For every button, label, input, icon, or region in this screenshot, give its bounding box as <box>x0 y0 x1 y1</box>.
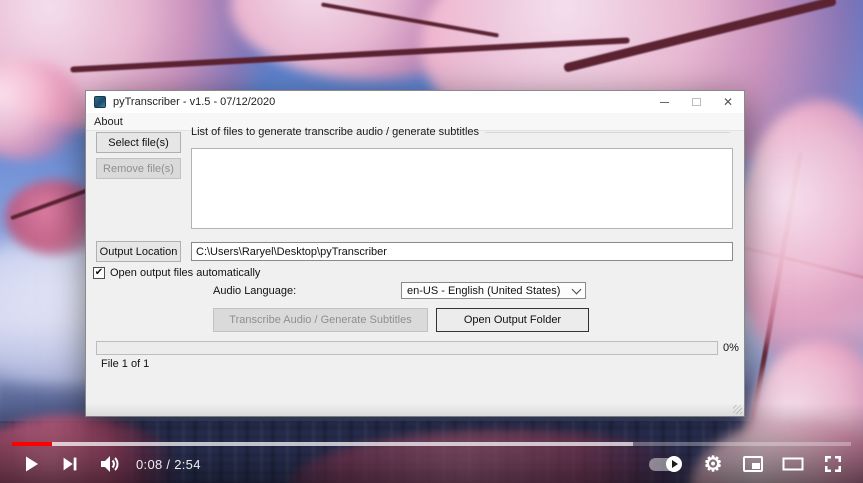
play-icon <box>18 452 42 476</box>
menu-about[interactable]: About <box>86 116 131 128</box>
audio-language-value: en-US - English (United States) <box>407 285 573 297</box>
autoplay-toggle-knob <box>666 456 682 472</box>
resize-grip[interactable] <box>733 405 742 414</box>
miniplayer-icon <box>741 452 765 476</box>
miniplayer-button[interactable] <box>733 445 773 483</box>
window-title: pyTranscriber - v1.5 - 07/12/2020 <box>113 96 275 108</box>
app-icon <box>94 96 106 108</box>
autoplay-toggle[interactable] <box>643 445 693 483</box>
next-icon <box>59 453 81 475</box>
checkmark-icon: ✔ <box>95 268 103 278</box>
remove-files-button: Remove file(s) <box>96 158 181 179</box>
autoplay-play-icon <box>672 460 678 468</box>
file-list-label-row: List of files to generate transcribe aud… <box>191 126 730 138</box>
video-player: pyTranscriber - v1.5 - 07/12/2020 ✕ Abou… <box>0 0 863 483</box>
theater-mode-button[interactable] <box>773 445 813 483</box>
next-button[interactable] <box>50 445 90 483</box>
file-list-box[interactable] <box>191 148 733 229</box>
group-rule <box>485 132 730 133</box>
output-location-button[interactable]: Output Location <box>96 241 181 262</box>
file-counter-label: File 1 of 1 <box>101 358 149 370</box>
progress-percent-label: 0% <box>723 342 739 354</box>
transcribe-button: Transcribe Audio / Generate Subtitles <box>213 308 428 332</box>
open-output-checkbox-label: Open output files automatically <box>110 267 260 279</box>
audio-language-label: Audio Language: <box>213 285 296 297</box>
open-output-checkbox-row[interactable]: ✔ Open output files automatically <box>93 267 260 279</box>
open-output-checkbox[interactable]: ✔ <box>93 267 105 279</box>
volume-icon <box>98 452 122 476</box>
play-button[interactable] <box>10 445 50 483</box>
settings-button[interactable]: ⚙ <box>693 445 733 483</box>
pytranscriber-window: pyTranscriber - v1.5 - 07/12/2020 ✕ Abou… <box>85 90 745 417</box>
volume-button[interactable] <box>90 445 130 483</box>
theater-mode-icon <box>781 452 805 476</box>
open-output-folder-button[interactable]: Open Output Folder <box>436 308 589 332</box>
time-display: 0:08 / 2:54 <box>136 457 201 472</box>
fullscreen-button[interactable] <box>813 445 853 483</box>
select-files-button[interactable]: Select file(s) <box>96 132 181 153</box>
file-list-label: List of files to generate transcribe aud… <box>191 126 479 138</box>
close-icon: ✕ <box>723 96 733 108</box>
maximize-icon <box>692 98 701 106</box>
maximize-button[interactable] <box>680 91 712 113</box>
audio-language-dropdown[interactable]: en-US - English (United States) <box>401 282 586 299</box>
gear-icon: ⚙ <box>704 454 723 475</box>
minimize-icon <box>660 102 669 103</box>
output-path-field[interactable] <box>191 242 733 261</box>
autoplay-toggle-track <box>649 458 681 471</box>
chevron-down-icon <box>572 284 582 294</box>
minimize-button[interactable] <box>648 91 680 113</box>
transcription-progress-bar <box>96 341 718 355</box>
close-button[interactable]: ✕ <box>712 91 744 113</box>
video-controls-bar: 0:08 / 2:54 ⚙ <box>0 445 863 483</box>
fullscreen-icon <box>821 452 845 476</box>
window-titlebar[interactable]: pyTranscriber - v1.5 - 07/12/2020 ✕ <box>86 91 744 113</box>
